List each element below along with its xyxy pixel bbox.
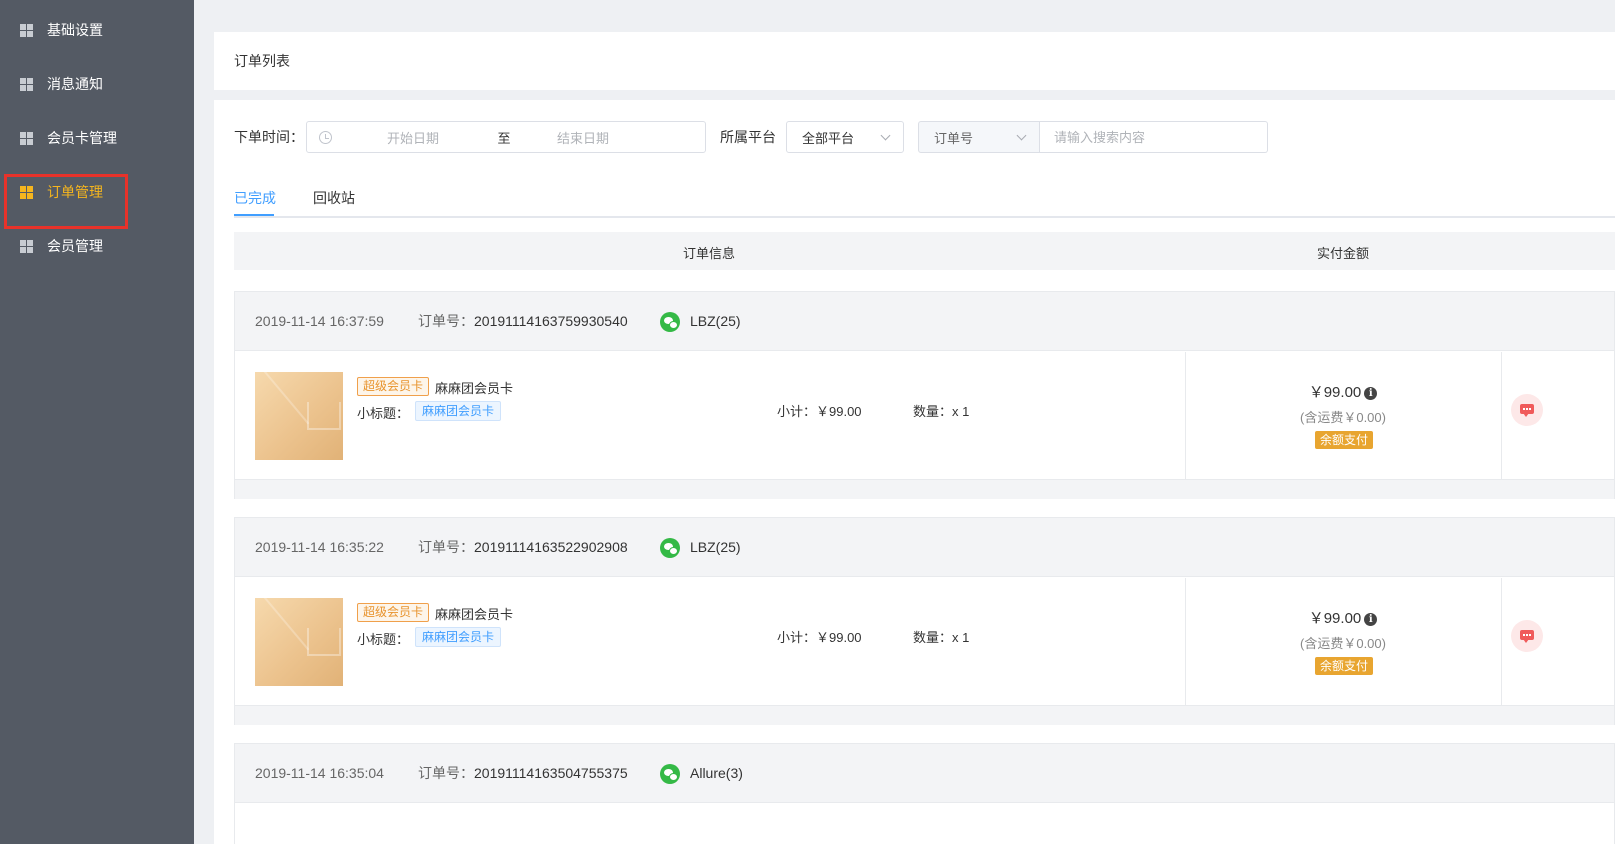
product-thumbnail (255, 372, 343, 460)
order-header: 2019-11-14 16:37:59 订单号：2019111416375993… (235, 292, 1614, 351)
order-quantity: 数量：x 1 (913, 404, 970, 419)
order-time-label: 下单时间： (234, 129, 304, 145)
table-header: 订单信息 实付金额 (234, 232, 1615, 270)
grid-icon (20, 77, 33, 91)
page-title-card: 订单列表 (214, 32, 1615, 90)
member-tier-tag: 超级会员卡 (357, 377, 430, 396)
chevron-down-icon (880, 130, 891, 141)
paid-amount-value: ￥99.00 (1308, 384, 1362, 401)
subtitle-label: 小标题： (357, 406, 410, 421)
order-number-label: 订单号： (418, 539, 474, 555)
message-button[interactable] (1511, 394, 1543, 426)
order-subtotal: 小计：￥99.00 (777, 630, 862, 645)
date-range-picker[interactable]: 开始日期 至 结束日期 (306, 121, 706, 153)
sidebar-item-label: 会员卡管理 (47, 130, 117, 146)
order-user: Allure(3) (690, 765, 743, 781)
column-divider (1501, 352, 1502, 479)
product-name: 麻麻团会员卡 (435, 607, 514, 622)
order-list-card: 下单时间： 开始日期 至 结束日期 所属平台 全部平台 订单号 请输入搜索内容 … (214, 100, 1615, 844)
wechat-icon (660, 538, 680, 558)
status-tabs: 已完成 回收站 (234, 186, 1615, 218)
sidebar-item-label: 基础设置 (47, 22, 103, 38)
order-number: 订单号：20191114163504755375 (418, 763, 628, 783)
sidebar-item-label: 订单管理 (47, 184, 103, 200)
product-thumbnail (255, 598, 343, 686)
sidebar-item-label: 消息通知 (47, 76, 103, 92)
grid-icon (20, 23, 33, 37)
order-subtotal: 小计：￥99.00 (777, 404, 862, 419)
column-header-paid-amount: 实付金额 (1317, 246, 1370, 261)
product-name: 麻麻团会员卡 (435, 381, 514, 396)
platform-select[interactable]: 全部平台 (786, 121, 904, 153)
info-icon[interactable]: i (1364, 613, 1378, 626)
paid-amount: ￥99.00 i (1185, 607, 1501, 628)
column-header-order-info: 订单信息 (683, 246, 736, 261)
order-footer (235, 705, 1614, 725)
order-number: 订单号：20191114163522902908 (418, 537, 628, 557)
main-content: 订单列表 下单时间： 开始日期 至 结束日期 所属平台 全部平台 订单号 请输入… (194, 0, 1615, 844)
order-card: 2019-11-14 16:37:59 订单号：2019111416375993… (234, 291, 1615, 499)
grid-icon (20, 185, 33, 199)
order-card: 2019-11-14 16:35:22 订单号：2019111416352290… (234, 517, 1615, 725)
platform-label: 所属平台 (720, 129, 776, 145)
freight-note: (含运费￥0.00) (1300, 636, 1386, 651)
order-quantity: 数量：x 1 (913, 630, 970, 645)
paid-amount: ￥99.00 i (1185, 381, 1501, 402)
order-time: 2019-11-14 16:35:22 (255, 539, 384, 555)
wechat-icon (660, 764, 680, 784)
paid-amount-value: ￥99.00 (1308, 610, 1362, 627)
order-card: 2019-11-14 16:35:04 订单号：2019111416350475… (234, 743, 1615, 844)
sidebar: 基础设置 消息通知 会员卡管理 订单管理 会员管理 (0, 0, 194, 844)
order-number-value: 20191114163522902908 (474, 539, 628, 555)
subtitle-tag: 麻麻团会员卡 (415, 401, 502, 421)
order-time: 2019-11-14 16:35:04 (255, 765, 384, 781)
order-time: 2019-11-14 16:37:59 (255, 313, 384, 329)
start-date-input[interactable]: 开始日期 (343, 128, 483, 147)
sidebar-item-order-management[interactable]: 订单管理 (0, 164, 194, 220)
sidebar-item-label: 会员管理 (47, 238, 103, 254)
wechat-icon (660, 312, 680, 332)
order-user: LBZ(25) (690, 539, 741, 555)
clock-icon (319, 131, 332, 144)
info-icon[interactable]: i (1364, 387, 1378, 400)
search-input[interactable] (1040, 121, 1268, 153)
order-number-label: 订单号： (418, 313, 474, 329)
subtitle-tag: 麻麻团会员卡 (415, 627, 502, 647)
column-divider (1501, 578, 1502, 705)
search-type-select[interactable]: 订单号 (918, 121, 1040, 153)
member-tier-tag: 超级会员卡 (357, 603, 430, 622)
tab-recycle-bin[interactable]: 回收站 (313, 188, 355, 218)
message-button[interactable] (1511, 620, 1543, 652)
order-header: 2019-11-14 16:35:04 订单号：2019111416350475… (235, 744, 1614, 803)
subtitle-label: 小标题： (357, 632, 410, 647)
payment-method-badge: 余额支付 (1315, 657, 1374, 675)
sidebar-item-basic-settings[interactable]: 基础设置 (0, 2, 194, 58)
order-number-value: 20191114163504755375 (474, 765, 628, 781)
order-body: 超级会员卡 麻麻团会员卡 小标题： 麻麻团会员卡 小计：￥99.00 数量：x … (235, 578, 1614, 705)
search-group: 订单号 (918, 121, 1268, 153)
order-number: 订单号：20191114163759930540 (418, 311, 628, 331)
sidebar-item-member-management[interactable]: 会员管理 (0, 218, 194, 274)
grid-icon (20, 239, 33, 253)
active-tab-indicator (234, 214, 274, 216)
order-body: 超级会员卡 麻麻团会员卡 小标题： 麻麻团会员卡 小计：￥99.00 数量：x … (235, 352, 1614, 479)
page-title: 订单列表 (234, 53, 290, 69)
sidebar-item-notifications[interactable]: 消息通知 (0, 56, 194, 112)
order-footer (235, 479, 1614, 499)
sidebar-item-member-card-management[interactable]: 会员卡管理 (0, 110, 194, 166)
order-number-label: 订单号： (418, 765, 474, 781)
end-date-input[interactable]: 结束日期 (513, 128, 653, 147)
filter-bar: 下单时间： 开始日期 至 结束日期 所属平台 全部平台 订单号 (234, 121, 1268, 153)
order-user: LBZ(25) (690, 313, 741, 329)
platform-select-value: 全部平台 (802, 130, 855, 146)
grid-icon (20, 131, 33, 145)
payment-method-badge: 余额支付 (1315, 431, 1374, 449)
search-type-value: 订单号 (934, 130, 974, 146)
order-header: 2019-11-14 16:35:22 订单号：2019111416352290… (235, 518, 1614, 577)
order-number-value: 20191114163759930540 (474, 313, 628, 329)
freight-note: (含运费￥0.00) (1300, 410, 1386, 425)
chevron-down-icon (1016, 130, 1027, 141)
